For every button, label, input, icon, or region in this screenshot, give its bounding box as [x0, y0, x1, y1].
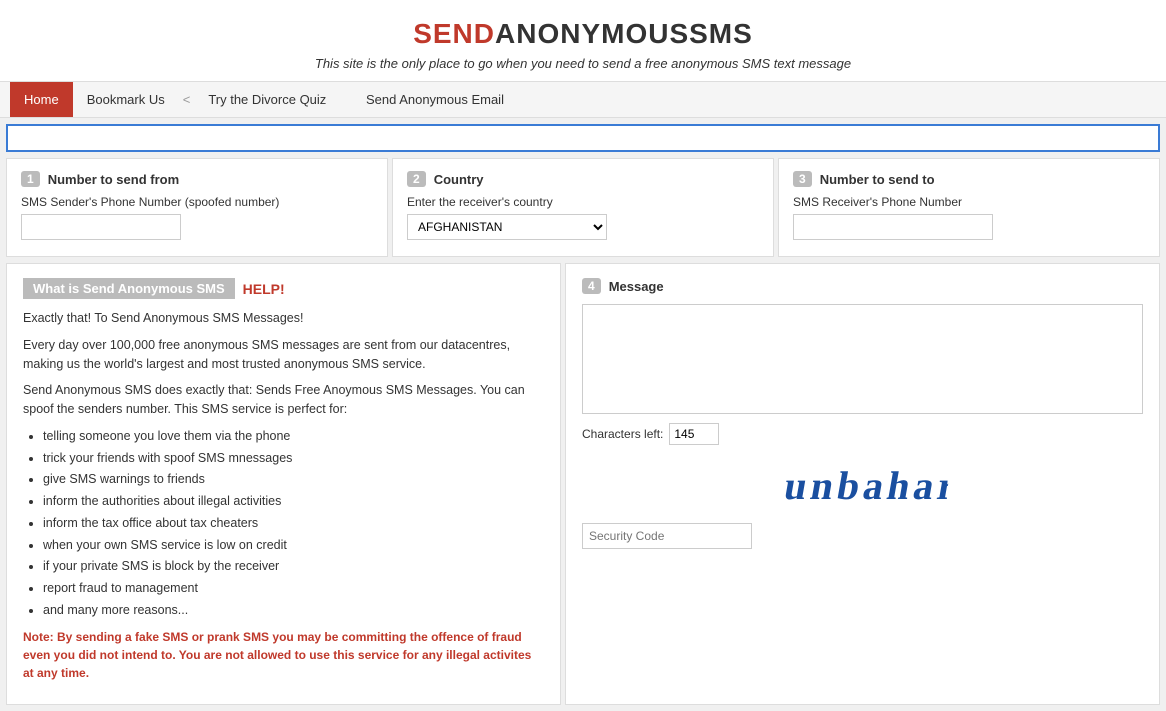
title-rest: ANONYMOUSSMS: [495, 18, 753, 49]
step-1-title: Number to send from: [48, 172, 179, 187]
info-note: Note: By sending a fake SMS or prank SMS…: [23, 628, 544, 682]
info-box-help: HELP!: [243, 281, 285, 297]
step-2-label: Enter the receiver's country: [407, 195, 759, 209]
nav-separator2: [340, 92, 352, 107]
info-box-header: What is Send Anonymous SMS HELP!: [23, 278, 544, 299]
info-para-2: Every day over 100,000 free anonymous SM…: [23, 336, 544, 374]
country-select[interactable]: AFGHANISTANALBANIAALGERIAARGENTINAAUSTRA…: [407, 214, 607, 240]
captcha-image: unbahar: [582, 455, 1143, 515]
step-1-num: 1: [21, 171, 40, 187]
captcha-text: unbahar: [774, 451, 950, 520]
step-1-header: 1 Number to send from: [21, 171, 373, 187]
info-para-1: Exactly that! To Send Anonymous SMS Mess…: [23, 309, 544, 328]
step-1-label: SMS Sender's Phone Number (spoofed numbe…: [21, 195, 373, 209]
chars-input: 145: [669, 423, 719, 445]
info-box: What is Send Anonymous SMS HELP! Exactly…: [6, 263, 561, 705]
nav-home[interactable]: Home: [10, 82, 73, 117]
list-item: give SMS warnings to friends: [43, 470, 544, 489]
navigation: Home Bookmark Us < Try the Divorce Quiz …: [0, 82, 1166, 118]
step-2-num: 2: [407, 171, 426, 187]
sender-phone-input[interactable]: [21, 214, 181, 240]
list-item: inform the authorities about illegal act…: [43, 492, 544, 511]
step-3-box: 3 Number to send to SMS Receiver's Phone…: [778, 158, 1160, 257]
step-3-label: SMS Receiver's Phone Number: [793, 195, 1145, 209]
info-list: telling someone you love them via the ph…: [43, 427, 544, 620]
nav-anonymous-email[interactable]: Send Anonymous Email: [352, 82, 518, 117]
info-box-title: What is Send Anonymous SMS: [23, 278, 235, 299]
site-subtitle: This site is the only place to go when y…: [10, 56, 1156, 71]
receiver-phone-input[interactable]: [793, 214, 993, 240]
message-header: 4 Message: [582, 278, 1143, 294]
list-item: report fraud to management: [43, 579, 544, 598]
list-item: and many more reasons...: [43, 601, 544, 620]
title-send: SEND: [413, 18, 495, 49]
site-title: SENDANONYMOUSSMS: [10, 18, 1156, 50]
step-3-num: 3: [793, 171, 812, 187]
bottom-row: What is Send Anonymous SMS HELP! Exactly…: [6, 263, 1160, 705]
chars-label: Characters left:: [582, 427, 663, 441]
nav-separator: <: [179, 92, 195, 107]
list-item: if your private SMS is block by the rece…: [43, 557, 544, 576]
step-2-header: 2 Country: [407, 171, 759, 187]
message-textarea[interactable]: [582, 304, 1143, 414]
list-item: when your own SMS service is low on cred…: [43, 536, 544, 555]
message-box: 4 Message Characters left: 145 unbahar: [565, 263, 1160, 705]
step-3-header: 3 Number to send to: [793, 171, 1145, 187]
nav-divorce-quiz[interactable]: Try the Divorce Quiz: [194, 82, 340, 117]
step-1-box: 1 Number to send from SMS Sender's Phone…: [6, 158, 388, 257]
list-item: telling someone you love them via the ph…: [43, 427, 544, 446]
step-2-title: Country: [434, 172, 484, 187]
step-3-title: Number to send to: [820, 172, 935, 187]
header: SENDANONYMOUSSMS This site is the only p…: [0, 0, 1166, 82]
step-2-box: 2 Country Enter the receiver's country A…: [392, 158, 774, 257]
steps-row: 1 Number to send from SMS Sender's Phone…: [6, 158, 1160, 257]
message-num: 4: [582, 278, 601, 294]
list-item: trick your friends with spoof SMS mnessa…: [43, 449, 544, 468]
info-para-3: Send Anonymous SMS does exactly that: Se…: [23, 381, 544, 419]
blue-bar: [6, 124, 1160, 152]
chars-row: Characters left: 145: [582, 423, 1143, 445]
svg-text:unbahar: unbahar: [781, 463, 951, 508]
note-text: By sending a fake SMS or prank SMS you m…: [23, 630, 531, 680]
nav-bookmark[interactable]: Bookmark Us: [73, 82, 179, 117]
message-title: Message: [609, 279, 664, 294]
note-label: Note:: [23, 630, 54, 644]
list-item: inform the tax office about tax cheaters: [43, 514, 544, 533]
security-code-input[interactable]: [582, 523, 752, 549]
